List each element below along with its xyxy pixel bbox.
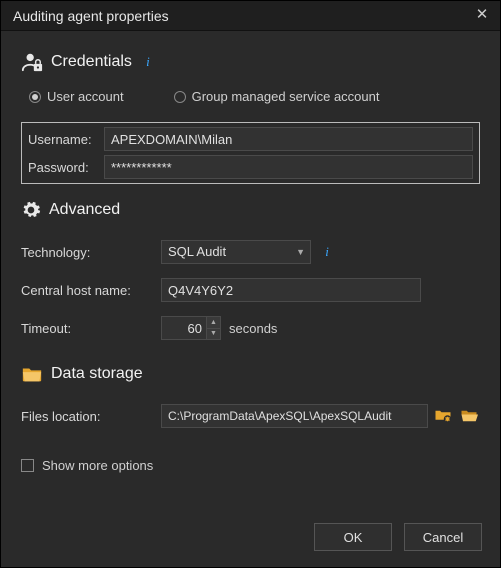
- technology-value: SQL Audit: [161, 240, 311, 264]
- storage-header: Data storage: [21, 364, 480, 384]
- advanced-header: Advanced: [21, 200, 480, 220]
- radio-user-account[interactable]: User account: [29, 89, 124, 104]
- window-title: Auditing agent properties: [13, 8, 169, 24]
- dialog-window: Auditing agent properties ✕ Credentials …: [0, 0, 501, 568]
- timeout-label: Timeout:: [21, 321, 161, 336]
- radio-gmsa-label: Group managed service account: [192, 89, 380, 104]
- dialog-body: Credentials i User account Group managed…: [1, 31, 500, 511]
- close-icon: ✕: [476, 6, 489, 23]
- timeout-stepper[interactable]: ▲ ▼: [161, 316, 221, 340]
- advanced-heading: Advanced: [49, 201, 120, 219]
- browse-network-button[interactable]: [432, 405, 454, 427]
- dialog-footer: OK Cancel: [1, 511, 500, 567]
- user-lock-icon: [21, 51, 43, 73]
- central-host-field[interactable]: [161, 278, 421, 302]
- account-type-group: User account Group managed service accou…: [21, 89, 480, 104]
- credentials-heading: Credentials: [51, 53, 132, 71]
- radio-gmsa[interactable]: Group managed service account: [174, 89, 380, 104]
- password-label: Password:: [28, 160, 98, 175]
- timeout-unit: seconds: [229, 321, 277, 336]
- radio-dot-icon: [29, 91, 41, 103]
- info-icon[interactable]: i: [319, 244, 335, 260]
- show-more-label: Show more options: [42, 458, 153, 473]
- username-label: Username:: [28, 132, 98, 147]
- spin-down-button[interactable]: ▼: [206, 329, 220, 340]
- folder-icon: [21, 364, 43, 384]
- username-row: Username:: [28, 127, 473, 151]
- gear-icon: [21, 200, 41, 220]
- show-more-options[interactable]: Show more options: [21, 458, 480, 473]
- cancel-button[interactable]: Cancel: [404, 523, 482, 551]
- checkbox-icon: [21, 459, 34, 472]
- browse-local-button[interactable]: [458, 405, 480, 427]
- spinner-buttons: ▲ ▼: [206, 317, 220, 339]
- credentials-box: Username: Password:: [21, 122, 480, 184]
- folder-open-icon: [460, 408, 478, 424]
- password-field[interactable]: [104, 155, 473, 179]
- storage-form: Files location:: [21, 404, 480, 428]
- technology-label: Technology:: [21, 245, 161, 260]
- spin-up-button[interactable]: ▲: [206, 317, 220, 329]
- technology-row: SQL Audit ▼ i: [161, 240, 480, 264]
- files-location-label: Files location:: [21, 409, 161, 424]
- host-label: Central host name:: [21, 283, 161, 298]
- advanced-form: Technology: SQL Audit ▼ i Central host n…: [21, 240, 480, 340]
- radio-user-label: User account: [47, 89, 124, 104]
- close-button[interactable]: ✕: [472, 6, 492, 26]
- folder-network-icon: [434, 408, 452, 424]
- timeout-row: ▲ ▼ seconds: [161, 316, 480, 340]
- password-row: Password:: [28, 155, 473, 179]
- credentials-header: Credentials i: [21, 51, 480, 73]
- files-location-field[interactable]: [161, 404, 428, 428]
- radio-dot-icon: [174, 91, 186, 103]
- info-icon[interactable]: i: [140, 54, 156, 70]
- technology-select[interactable]: SQL Audit ▼: [161, 240, 311, 264]
- ok-button[interactable]: OK: [314, 523, 392, 551]
- files-location-row: [161, 404, 480, 428]
- titlebar: Auditing agent properties ✕: [1, 1, 500, 31]
- storage-heading: Data storage: [51, 365, 143, 383]
- username-field[interactable]: [104, 127, 473, 151]
